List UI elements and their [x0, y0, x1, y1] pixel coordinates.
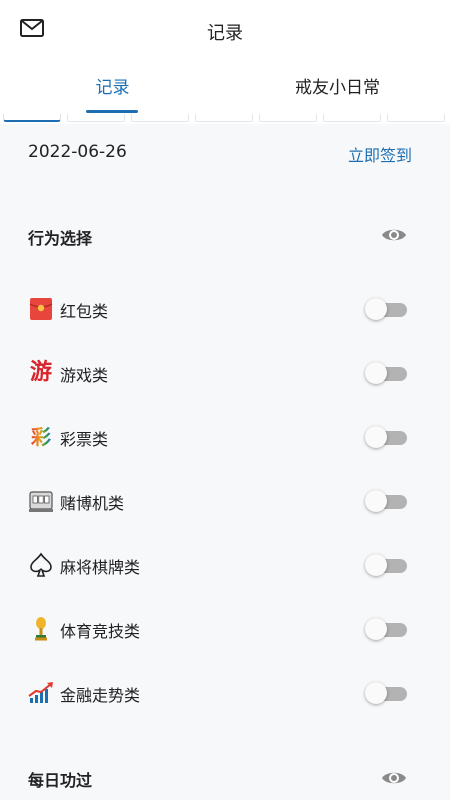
- behavior-section-title: 行为选择: [28, 229, 93, 248]
- toggle-thumb: [365, 554, 387, 576]
- day-cell[interactable]: [67, 114, 125, 122]
- eye-icon[interactable]: [381, 769, 407, 787]
- sign-in-button[interactable]: 立即签到: [348, 142, 412, 166]
- behavior-item-game: 游 游戏类: [0, 350, 450, 394]
- behavior-item-label: 麻将棋牌类: [60, 558, 141, 577]
- day-cell[interactable]: [387, 114, 445, 122]
- behavior-item-finance: 金融走势类: [0, 670, 450, 714]
- current-date: 2022-06-26: [28, 142, 127, 162]
- spade-icon: [28, 552, 54, 578]
- tab-bar: 记录 戒友小日常: [0, 62, 450, 114]
- behavior-toggle[interactable]: [365, 490, 407, 512]
- trend-chart-icon: [28, 680, 54, 706]
- behavior-toggle[interactable]: [365, 362, 407, 384]
- behavior-item-label: 体育竞技类: [60, 622, 141, 641]
- behavior-toggle[interactable]: [365, 682, 407, 704]
- day-cell[interactable]: [323, 114, 381, 122]
- behavior-item-label: 红包类: [60, 302, 109, 321]
- trophy-icon: [28, 616, 54, 642]
- toggle-thumb: [365, 426, 387, 448]
- behavior-item-sports: 体育竞技类: [0, 606, 450, 650]
- behavior-item-mahjong: 麻将棋牌类: [0, 542, 450, 586]
- toggle-thumb: [365, 618, 387, 640]
- toggle-thumb: [365, 298, 387, 320]
- behavior-toggle[interactable]: [365, 618, 407, 640]
- behavior-toggle[interactable]: [365, 298, 407, 320]
- behavior-toggle[interactable]: [365, 554, 407, 576]
- behavior-item-label: 游戏类: [60, 366, 109, 385]
- behavior-item-slot: 赌博机类: [0, 478, 450, 522]
- day-cell[interactable]: [3, 114, 61, 122]
- behavior-item-red-envelope: 红包类: [0, 286, 450, 330]
- behavior-toggle[interactable]: [365, 426, 407, 448]
- tab-daily-life[interactable]: 戒友小日常: [225, 62, 450, 114]
- behavior-item-label: 金融走势类: [60, 686, 141, 705]
- tab-indicator: [86, 110, 138, 113]
- behavior-item-lottery: 彩 彩票类: [0, 414, 450, 458]
- tab-records[interactable]: 记录: [0, 62, 225, 114]
- toggle-thumb: [365, 362, 387, 384]
- toggle-thumb: [365, 682, 387, 704]
- slot-machine-icon: [28, 488, 54, 514]
- lottery-char-icon: 彩: [31, 425, 51, 449]
- toggle-thumb: [365, 490, 387, 512]
- week-strip: [0, 114, 450, 124]
- behavior-item-label: 赌博机类: [60, 494, 125, 513]
- behavior-item-label: 彩票类: [60, 430, 109, 449]
- app-header: 记录: [0, 0, 450, 62]
- red-envelope-icon: [28, 296, 54, 322]
- eye-icon[interactable]: [381, 226, 407, 244]
- daily-section-title: 每日功过: [28, 771, 93, 790]
- day-cell[interactable]: [131, 114, 189, 122]
- page-title: 记录: [207, 23, 243, 44]
- day-cell[interactable]: [259, 114, 317, 122]
- date-row: 2022-06-26 立即签到: [0, 136, 450, 170]
- game-char-icon: 游: [29, 360, 52, 385]
- day-cell[interactable]: [195, 114, 253, 122]
